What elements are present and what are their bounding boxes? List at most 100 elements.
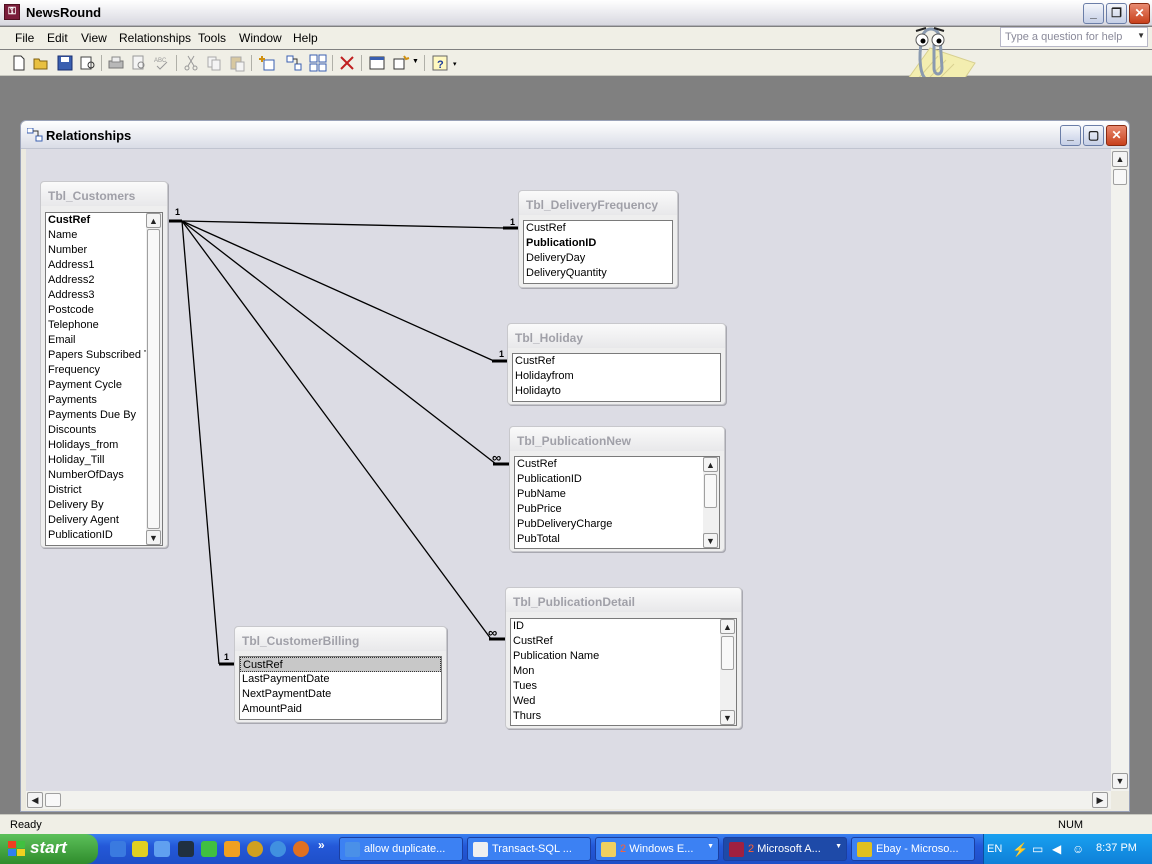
taskbar-item-active[interactable]: 2 Microsoft A... ▼ bbox=[723, 837, 847, 861]
table-title[interactable]: Tbl_CustomerBilling bbox=[235, 627, 446, 651]
field-item[interactable]: Email bbox=[46, 333, 162, 348]
field-item[interactable]: Address3 bbox=[46, 288, 162, 303]
scroll-thumb[interactable] bbox=[147, 229, 160, 529]
network-icon[interactable]: ⚡ bbox=[1012, 842, 1028, 857]
field-item[interactable]: Holidayfrom bbox=[513, 369, 720, 384]
field-item[interactable]: PubDeliveryCharge bbox=[515, 517, 719, 532]
table-title[interactable]: Tbl_DeliveryFrequency bbox=[519, 191, 677, 215]
field-item[interactable]: Delivery Agent bbox=[46, 513, 162, 528]
field-item[interactable]: CustRef bbox=[46, 213, 162, 228]
table-title[interactable]: Tbl_PublicationNew bbox=[510, 427, 724, 451]
table-title[interactable]: Tbl_Holiday bbox=[508, 324, 725, 348]
field-item[interactable]: DeliveryDay bbox=[524, 251, 672, 266]
field-item[interactable]: Name bbox=[46, 228, 162, 243]
join-line-customer-billing[interactable] bbox=[181, 220, 220, 665]
taskbar-item[interactable]: 2 Windows E... ▼ bbox=[595, 837, 719, 861]
field-item[interactable]: Holiday_Till bbox=[46, 453, 162, 468]
ie-quicklaunch-icon[interactable] bbox=[110, 841, 126, 857]
scroll-down-icon[interactable]: ▼ bbox=[703, 533, 718, 548]
field-item[interactable]: Papers Subscribed To bbox=[46, 348, 162, 363]
field-item[interactable]: PubPrice bbox=[515, 502, 719, 517]
field-item[interactable]: Mon bbox=[511, 664, 736, 679]
field-item[interactable]: PubName bbox=[515, 487, 719, 502]
field-item[interactable]: ID bbox=[511, 619, 736, 634]
field-item[interactable]: Payments bbox=[46, 393, 162, 408]
user-icon[interactable]: ☺ bbox=[1072, 842, 1086, 856]
join-line-publication-detail[interactable] bbox=[181, 220, 492, 640]
firefox-quicklaunch-icon[interactable] bbox=[293, 841, 309, 857]
taskbar-item[interactable]: allow duplicate... bbox=[339, 837, 463, 861]
scroll-down-icon[interactable]: ▼ bbox=[720, 710, 735, 725]
table-publication-detail[interactable]: Tbl_PublicationDetail ID CustRef Publica… bbox=[505, 587, 742, 729]
field-item[interactable]: Number bbox=[46, 243, 162, 258]
field-item[interactable]: Wed bbox=[511, 694, 736, 709]
console-quicklaunch-icon[interactable] bbox=[178, 841, 194, 857]
green-quicklaunch-icon[interactable] bbox=[201, 841, 217, 857]
table-holiday[interactable]: Tbl_Holiday CustRef Holidayfrom Holidayt… bbox=[507, 323, 726, 405]
field-item[interactable]: Publication Name bbox=[511, 649, 736, 664]
scroll-thumb[interactable] bbox=[721, 636, 734, 670]
field-item[interactable]: Telephone bbox=[46, 318, 162, 333]
table-publication-new[interactable]: Tbl_PublicationNew CustRef PublicationID… bbox=[509, 426, 725, 552]
taskbar-item[interactable]: Transact-SQL ... bbox=[467, 837, 591, 861]
field-item[interactable]: Thurs bbox=[511, 709, 736, 724]
app-quicklaunch-icon[interactable] bbox=[132, 841, 148, 857]
field-item-selected[interactable]: CustRef bbox=[240, 657, 441, 672]
start-button[interactable]: start bbox=[0, 834, 98, 864]
field-list-scrollbar[interactable]: ▲ ▼ bbox=[146, 213, 162, 545]
media-quicklaunch-icon[interactable] bbox=[224, 841, 240, 857]
field-item[interactable]: PublicationID bbox=[46, 528, 162, 543]
field-list-scrollbar[interactable]: ▲ ▼ bbox=[703, 457, 719, 548]
field-item[interactable]: Frequency bbox=[46, 363, 162, 378]
scroll-up-icon[interactable]: ▲ bbox=[146, 213, 161, 228]
field-item[interactable]: AmountPaid bbox=[240, 702, 441, 717]
field-item[interactable]: PubTotal bbox=[515, 532, 719, 547]
table-customers[interactable]: Tbl_Customers CustRef Name Number Addres… bbox=[40, 181, 168, 548]
field-item[interactable]: Delivery By bbox=[46, 498, 162, 513]
field-list-scrollbar[interactable]: ▲ ▼ bbox=[720, 619, 736, 725]
join-line-publication-new[interactable] bbox=[181, 220, 497, 465]
field-item[interactable]: Holidays_from bbox=[46, 438, 162, 453]
field-item[interactable]: NextPaymentDate bbox=[240, 687, 441, 702]
chevron-right-icon[interactable]: » bbox=[318, 838, 325, 852]
scroll-thumb[interactable] bbox=[704, 474, 717, 508]
field-item[interactable]: PublicationID bbox=[515, 472, 719, 487]
field-item[interactable]: Postcode bbox=[46, 303, 162, 318]
folder-icon bbox=[601, 842, 616, 857]
table-delivery-frequency[interactable]: Tbl_DeliveryFrequency CustRef Publicatio… bbox=[518, 190, 678, 288]
field-item[interactable]: CustRef bbox=[515, 457, 719, 472]
field-item[interactable]: District bbox=[46, 483, 162, 498]
field-item[interactable]: Payments Due By bbox=[46, 408, 162, 423]
field-item[interactable]: Address1 bbox=[46, 258, 162, 273]
field-item[interactable]: NumberOfDays bbox=[46, 468, 162, 483]
field-item[interactable]: Tues bbox=[511, 679, 736, 694]
table-title[interactable]: Tbl_Customers bbox=[41, 182, 167, 206]
language-indicator[interactable]: EN bbox=[987, 843, 1002, 855]
field-item[interactable]: Discounts bbox=[46, 423, 162, 438]
messenger-quicklaunch-icon[interactable] bbox=[270, 841, 286, 857]
display-icon[interactable]: ▭ bbox=[1032, 842, 1046, 856]
field-item[interactable]: DeliveryQuantity bbox=[524, 266, 672, 281]
join-line-holiday[interactable] bbox=[181, 220, 495, 362]
field-item[interactable]: PublicationID bbox=[524, 236, 672, 251]
field-item[interactable]: CustRef bbox=[511, 634, 736, 649]
taskbar-item[interactable]: Ebay - Microso... bbox=[851, 837, 975, 861]
player-quicklaunch-icon[interactable] bbox=[247, 841, 263, 857]
field-item[interactable]: Address2 bbox=[46, 273, 162, 288]
field-item[interactable]: CustRef bbox=[524, 221, 672, 236]
field-item[interactable]: Holidayto bbox=[513, 384, 720, 399]
ie-alt-quicklaunch-icon[interactable] bbox=[154, 841, 170, 857]
scroll-up-icon[interactable]: ▲ bbox=[720, 619, 735, 634]
table-customer-billing[interactable]: Tbl_CustomerBilling CustRef LastPaymentD… bbox=[234, 626, 447, 723]
scroll-down-icon[interactable]: ▼ bbox=[146, 530, 161, 545]
field-item[interactable]: Payment Cycle bbox=[46, 378, 162, 393]
scroll-up-icon[interactable]: ▲ bbox=[703, 457, 718, 472]
table-title[interactable]: Tbl_PublicationDetail bbox=[506, 588, 741, 612]
status-bar: Ready NUM bbox=[0, 814, 1152, 834]
chevron-left-icon[interactable]: ◀ bbox=[1052, 842, 1066, 856]
field-item[interactable]: CustRef bbox=[513, 354, 720, 369]
field-item[interactable]: LastPaymentDate bbox=[240, 672, 441, 687]
chevron-down-icon: ▼ bbox=[707, 843, 714, 850]
num-lock-indicator: NUM bbox=[1058, 819, 1084, 831]
join-line-delivery-frequency[interactable] bbox=[181, 220, 506, 229]
